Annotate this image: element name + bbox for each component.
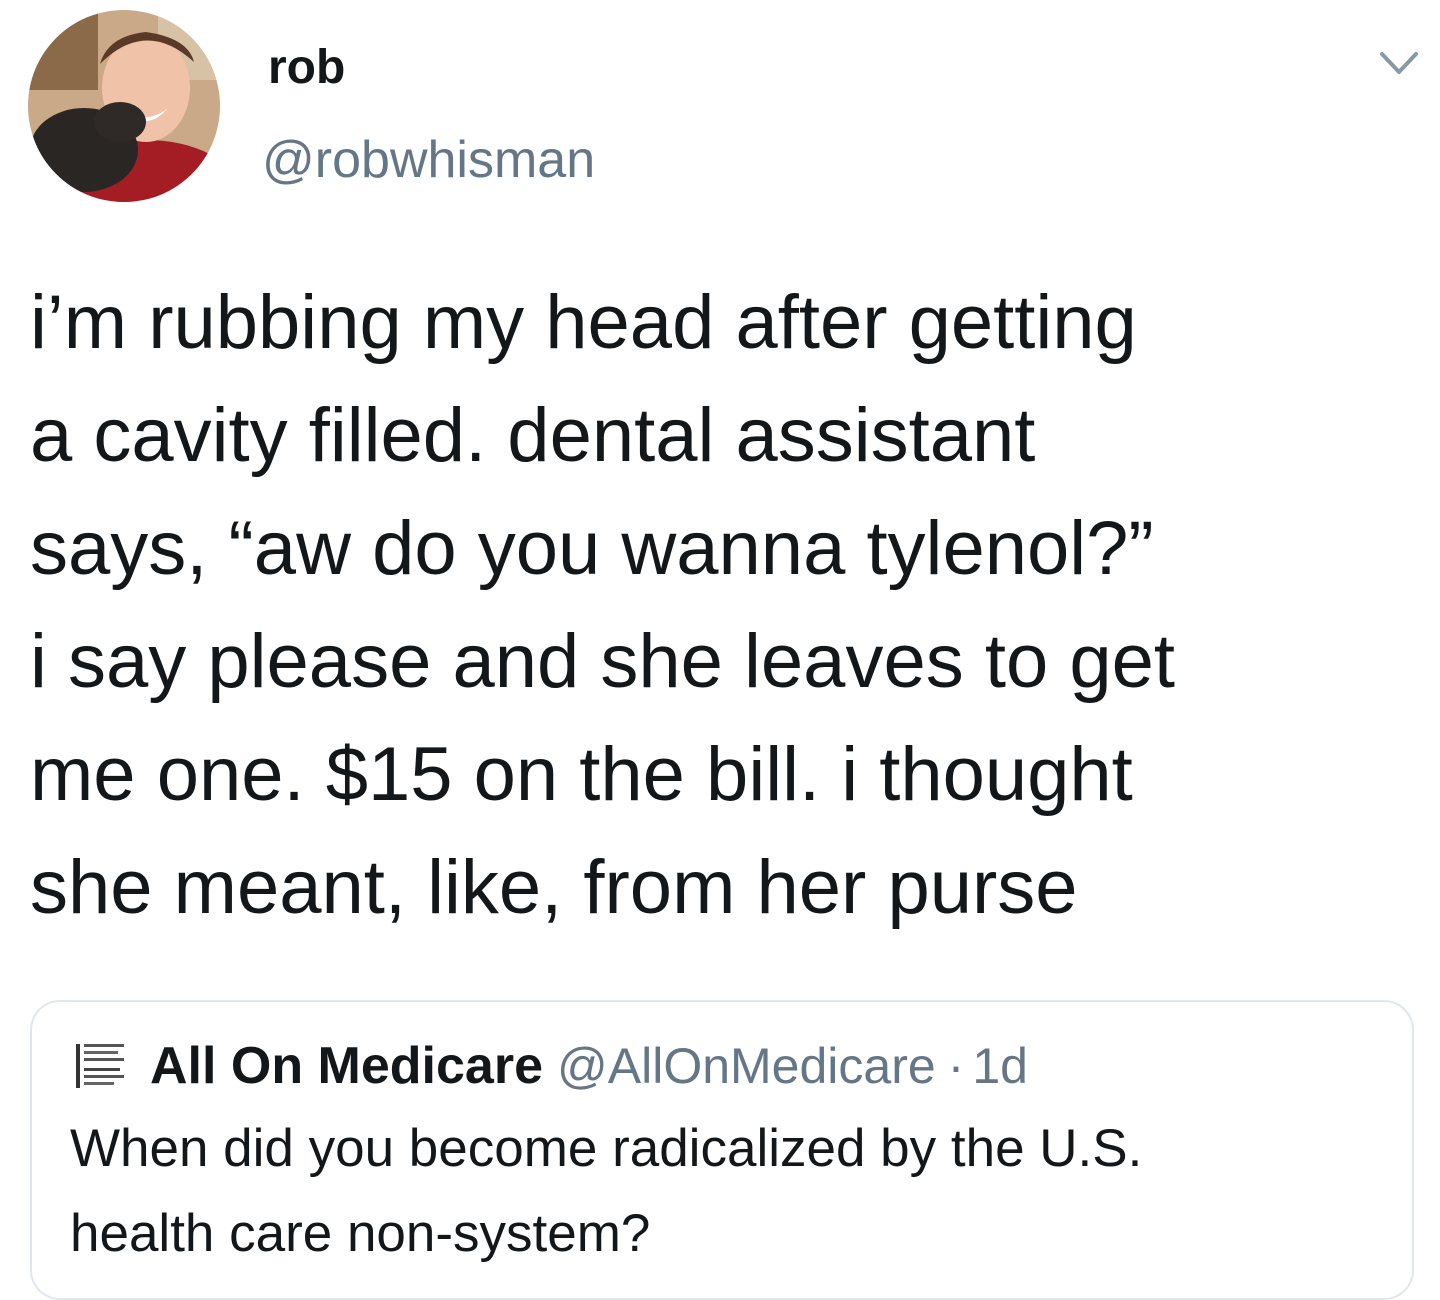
quoted-tweet-timestamp[interactable]: 1d xyxy=(972,1037,1028,1095)
quoted-tweet-text: When did you become radicalized by the U… xyxy=(70,1106,1390,1276)
quoted-tweet-text-line: health care non-system? xyxy=(70,1204,651,1263)
tweet-text-line: i’m rubbing my head after getting xyxy=(30,280,1137,365)
chevron-down-icon[interactable] xyxy=(1376,46,1422,80)
medicare-logo-icon[interactable] xyxy=(72,1038,130,1094)
tweet-text-line: says, “aw do you wanna tylenol?” xyxy=(30,506,1154,591)
quoted-author-display-name[interactable]: All On Medicare xyxy=(150,1036,543,1096)
profile-photo xyxy=(28,10,220,202)
tweet-text: i’m rubbing my head after getting a cavi… xyxy=(30,266,1420,944)
quoted-tweet-header: All On Medicare @AllOnMedicare · 1d xyxy=(72,1036,1028,1096)
author-display-name[interactable]: rob xyxy=(268,38,345,98)
tweet-text-line: i say please and she leaves to get xyxy=(30,619,1175,704)
quoted-author-handle[interactable]: @AllOnMedicare xyxy=(557,1037,936,1095)
avatar[interactable] xyxy=(28,10,220,202)
quoted-tweet[interactable]: All On Medicare @AllOnMedicare · 1d When… xyxy=(30,1000,1414,1300)
author-handle[interactable]: @robwhisman xyxy=(262,128,595,192)
tweet-text-line: a cavity filled. dental assistant xyxy=(30,393,1036,478)
tweet-text-line: me one. $15 on the bill. i thought xyxy=(30,732,1133,817)
tweet[interactable]: rob @robwhisman i’m rubbing my head afte… xyxy=(0,0,1440,1300)
quoted-tweet-text-line: When did you become radicalized by the U… xyxy=(70,1119,1143,1178)
separator-dot: · xyxy=(947,1038,965,1094)
tweet-text-line: she meant, like, from her purse xyxy=(30,845,1078,930)
